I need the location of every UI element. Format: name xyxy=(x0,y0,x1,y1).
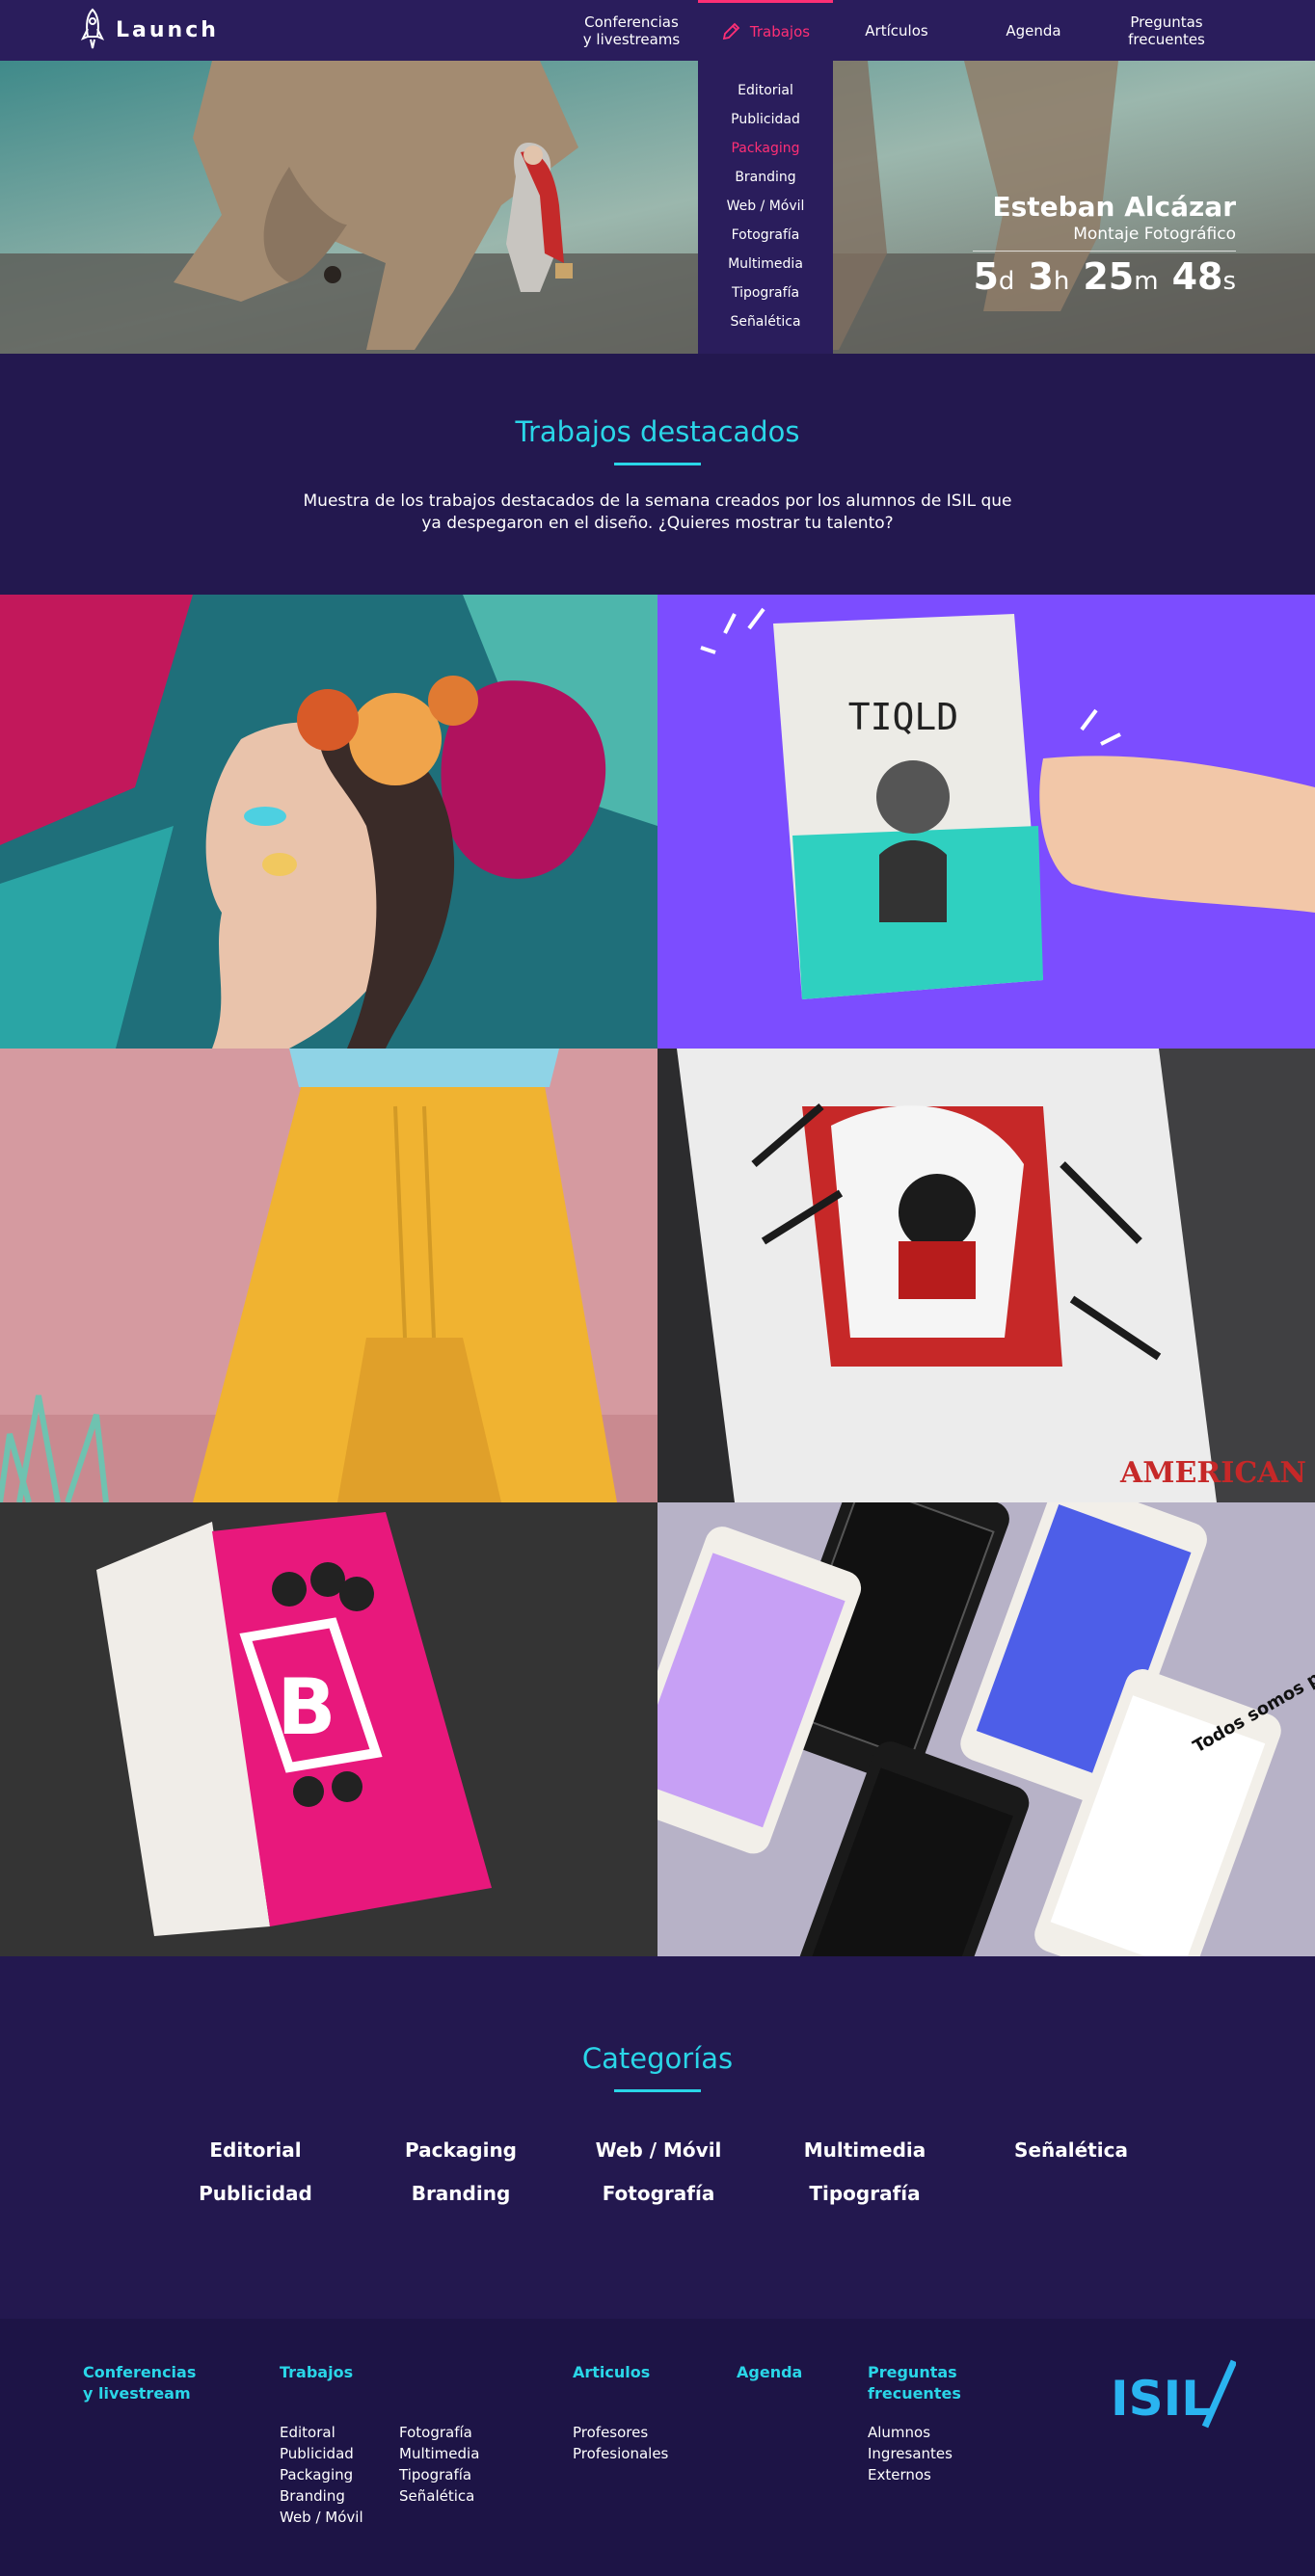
footer-link-publicidad[interactable]: Publicidad xyxy=(280,2443,354,2464)
tile-mobile-app-mockups[interactable]: Todos somos parte de la xyxy=(658,1502,1315,1956)
logo-text: Launch xyxy=(116,17,219,42)
dropdown-item-senaletica[interactable]: Señalética xyxy=(698,307,833,336)
footer-link-web-movil[interactable]: Web / Móvil xyxy=(280,2507,363,2528)
tile-magazine-b[interactable]: B xyxy=(0,1502,658,1956)
category-editorial[interactable]: Editorial xyxy=(174,2138,337,2162)
countdown-minutes-unit: m xyxy=(1134,267,1159,296)
footer-link-branding[interactable]: Branding xyxy=(280,2485,345,2507)
dropdown-item-branding[interactable]: Branding xyxy=(698,163,833,192)
yellow-letter-a-image xyxy=(0,1049,658,1502)
dropdown-item-packaging[interactable]: Packaging xyxy=(698,134,833,163)
magazine-letter: B xyxy=(278,1662,336,1752)
dropdown-item-web-movil[interactable]: Web / Móvil xyxy=(698,192,833,221)
dropdown-item-editorial[interactable]: Editorial xyxy=(698,76,833,105)
mobile-app-mockups-image: Todos somos parte de la xyxy=(658,1502,1315,1956)
footer-head-articulos[interactable]: Articulos xyxy=(573,2362,650,2383)
dropdown-item-fotografia[interactable]: Fotografía xyxy=(698,221,833,250)
category-publicidad[interactable]: Publicidad xyxy=(174,2182,337,2205)
category-tipografia[interactable]: Tipografía xyxy=(783,2182,947,2205)
nav-label: Trabajos xyxy=(749,23,811,40)
pencil-icon xyxy=(722,22,740,40)
footer-head-conferencias[interactable]: Conferencias y livestream xyxy=(83,2362,196,2404)
nav-label: Conferencias xyxy=(584,13,679,31)
tiqld-brand: TIQLD xyxy=(848,696,958,738)
footer-head-trabajos[interactable]: Trabajos xyxy=(280,2362,353,2383)
footer-head-line: Preguntas xyxy=(868,2363,957,2381)
countdown-seconds-unit: s xyxy=(1222,267,1236,296)
hero-subtitle: Montaje Fotográfico xyxy=(973,224,1236,252)
countdown-minutes: 25 xyxy=(1083,255,1135,298)
tile-floral-portrait[interactable] xyxy=(0,595,658,1049)
footer-link-ingresantes[interactable]: Ingresantes xyxy=(868,2443,953,2464)
category-senaletica[interactable]: Señalética xyxy=(989,2138,1153,2162)
beer-bottle-label-image: AMERICAN IPA xyxy=(658,1049,1315,1502)
tile-beer-bottle-label[interactable]: AMERICAN IPA xyxy=(658,1049,1315,1502)
hero-author-name: Esteban Alcázar xyxy=(992,191,1236,223)
tile-tiqld-packaging[interactable]: TIQLD xyxy=(658,595,1315,1049)
footer-head-line: frecuentes xyxy=(868,2384,961,2403)
footer-link-senaletica[interactable]: Señalética xyxy=(399,2485,474,2507)
featured-title: Trabajos destacados xyxy=(515,415,800,448)
countdown-hours: 3 xyxy=(1028,255,1054,298)
rocket-icon xyxy=(81,8,104,49)
footer-link-profesores[interactable]: Profesores xyxy=(573,2422,648,2443)
category-branding[interactable]: Branding xyxy=(379,2182,543,2205)
magazine-b-image: B xyxy=(0,1502,658,1956)
floral-portrait-image xyxy=(0,595,658,1049)
footer-link-editoral[interactable]: Editoral xyxy=(280,2422,335,2443)
nav-label: Preguntas xyxy=(1130,13,1203,31)
category-fotografia[interactable]: Fotografía xyxy=(577,2182,740,2205)
categories-header: Categorías xyxy=(0,2041,1315,2092)
categories-list: Editorial Packaging Web / Móvil Multimed… xyxy=(174,2135,1141,2231)
nav-articulos[interactable]: Artículos xyxy=(839,0,954,61)
nav-preguntas[interactable]: Preguntas frecuentes xyxy=(1109,0,1224,61)
featured-description: Muestra de los trabajos destacados de la… xyxy=(303,491,1012,533)
countdown-timer: 5d 3h 25 m 48 s xyxy=(973,255,1236,298)
dropdown-item-multimedia[interactable]: Multimedia xyxy=(698,250,833,279)
hero-banner[interactable]: Esteban Alcázar Montaje Fotográfico 5d 3… xyxy=(0,61,1315,354)
category-web-movil[interactable]: Web / Móvil xyxy=(577,2138,740,2162)
isil-logo[interactable]: ISIL xyxy=(1111,2357,1236,2430)
logo[interactable]: Launch xyxy=(81,8,219,52)
title-underline xyxy=(614,463,701,465)
footer-link-fotografia[interactable]: Fotografía xyxy=(399,2422,472,2443)
footer-link-multimedia[interactable]: Multimedia xyxy=(399,2443,479,2464)
footer-head-line: y livestream xyxy=(83,2384,191,2403)
categories-title: Categorías xyxy=(581,2042,734,2075)
footer-link-alumnos[interactable]: Alumnos xyxy=(868,2422,930,2443)
footer-head-agenda[interactable]: Agenda xyxy=(737,2362,802,2383)
countdown-hours-unit: h xyxy=(1053,267,1070,296)
footer-head-line: Conferencias xyxy=(83,2363,197,2381)
tiqld-packaging-image: TIQLD xyxy=(658,595,1315,1049)
dropdown-item-tipografia[interactable]: Tipografía xyxy=(698,279,833,307)
countdown-seconds: 48 xyxy=(1171,255,1223,298)
tile-yellow-letter-a[interactable] xyxy=(0,1049,658,1502)
title-underline xyxy=(614,2089,701,2092)
footer: Conferencias y livestream Trabajos Edito… xyxy=(0,2319,1315,2576)
footer-link-packaging[interactable]: Packaging xyxy=(280,2464,353,2485)
countdown-days-unit: d xyxy=(998,267,1015,296)
footer-link-externos[interactable]: Externos xyxy=(868,2464,931,2485)
isil-logo-text: ISIL xyxy=(1111,2371,1212,2427)
trabajos-dropdown: Editorial Publicidad Packaging Branding … xyxy=(698,61,833,354)
nav-label: y livestreams xyxy=(582,30,681,48)
category-packaging[interactable]: Packaging xyxy=(379,2138,543,2162)
featured-grid: TIQLD AMERICAN I xyxy=(0,595,1315,1956)
nav-agenda[interactable]: Agenda xyxy=(976,0,1091,61)
footer-link-profesionales[interactable]: Profesionales xyxy=(573,2443,668,2464)
footer-link-tipografia[interactable]: Tipografía xyxy=(399,2464,471,2485)
nav-label: Agenda xyxy=(1006,21,1061,40)
footer-head-preguntas[interactable]: Preguntas frecuentes xyxy=(868,2362,961,2404)
nav-trabajos[interactable]: Trabajos xyxy=(698,0,833,61)
dropdown-item-publicidad[interactable]: Publicidad xyxy=(698,105,833,134)
category-multimedia[interactable]: Multimedia xyxy=(783,2138,947,2162)
nav-conferencias[interactable]: Conferencias y livestreams xyxy=(569,0,694,61)
beer-label-text: AMERICAN IPA xyxy=(1119,1456,1315,1490)
top-navigation: Launch Conferencias y livestreams Trabajo… xyxy=(0,0,1315,61)
hero-info: Esteban Alcázar Montaje Fotográfico 5d 3… xyxy=(973,191,1236,298)
countdown-days: 5 xyxy=(973,255,999,298)
nav-label: Artículos xyxy=(865,21,928,40)
nav-label: frecuentes xyxy=(1128,30,1205,48)
featured-header: Trabajos destacados Muestra de los traba… xyxy=(0,414,1315,535)
